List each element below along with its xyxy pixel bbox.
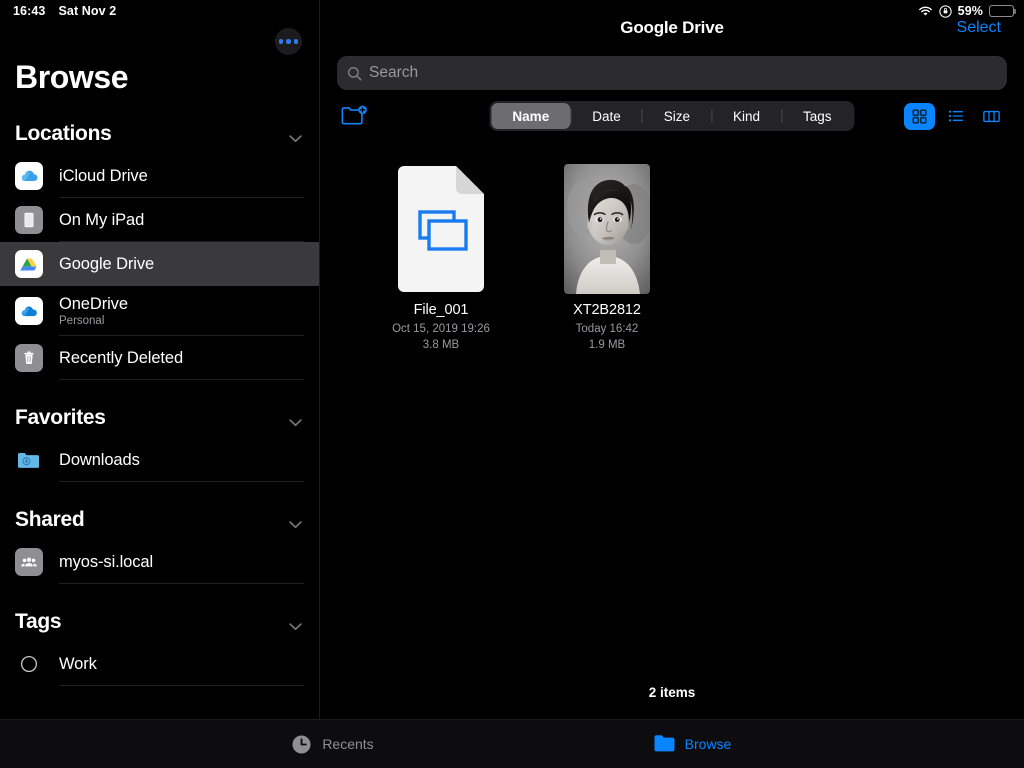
section-title: Locations [15,122,112,145]
file-name: XT2B2812 [573,302,641,318]
sort-option-kind[interactable]: Kind [712,103,781,129]
status-date: Sat Nov 2 [58,4,117,18]
file-date: Oct 15, 2019 19:26 [392,323,490,335]
sort-option-tags[interactable]: Tags [782,103,853,129]
sidebar-item-label: Downloads [59,450,140,469]
file-grid: File_001 Oct 15, 2019 19:26 3.8 MB XT2B2… [320,142,1024,353]
sidebar-item-google-drive[interactable]: Google Drive [0,242,319,286]
sidebar-section-locations[interactable]: Locations [0,114,319,154]
tab-browse[interactable]: Browse [512,733,872,756]
sidebar: Browse Locations iCloud Drive On My iPad… [0,0,320,719]
battery-icon [989,5,1017,17]
sort-segmented-control[interactable]: Name Date Size Kind Tags [489,101,855,131]
section-title: Favorites [15,406,106,429]
sidebar-item-recently-deleted[interactable]: Recently Deleted [0,336,319,380]
icloud-drive-icon [15,162,43,190]
sidebar-item-label: myos-si.local [59,552,154,571]
list-view-icon[interactable] [940,103,971,130]
split-view: Browse Locations iCloud Drive On My iPad… [0,0,1024,719]
sidebar-item-onedrive[interactable]: OneDrive Personal [0,286,319,336]
search-icon [347,66,362,81]
sidebar-item-sublabel: Personal [59,315,105,327]
downloads-folder-icon [15,446,43,474]
content-pane: Google Drive Select Search Name Date Siz… [320,0,1024,719]
onedrive-icon [15,297,43,325]
document-icon [398,166,484,292]
sidebar-item-myos-si-local[interactable]: myos-si.local [0,540,319,584]
sidebar-item-on-my-ipad[interactable]: On My iPad [0,198,319,242]
sort-option-size[interactable]: Size [643,103,711,129]
chevron-down-icon[interactable] [289,130,302,143]
file-thumbnail [559,164,655,294]
sort-option-date[interactable]: Date [571,103,642,129]
sort-option-name[interactable]: Name [491,103,571,129]
view-mode-switcher [904,102,1007,130]
tab-label: Recents [322,736,374,752]
search-placeholder: Search [369,64,419,81]
file-name: File_001 [413,302,469,318]
new-folder-icon[interactable] [341,105,368,127]
photo-thumbnail [564,164,650,294]
tab-recents[interactable]: Recents [152,733,512,756]
search-input[interactable]: Search [337,56,1007,90]
status-bar-right: 59% [918,4,1017,18]
file-date: Today 16:42 [575,323,639,335]
battery-percent: 59% [957,4,983,18]
folder-icon [653,733,676,756]
ipad-icon [15,206,43,234]
item-count: 2 items [648,685,696,700]
ellipsis-circle-icon[interactable] [275,28,302,55]
sidebar-item-label: OneDrive [59,295,128,313]
sidebar-section-shared[interactable]: Shared [0,500,319,540]
page-title: Browse [15,59,129,95]
rotation-lock-icon [938,4,952,18]
status-bar-left: 16:43 Sat Nov 2 [13,4,116,18]
sidebar-section-favorites[interactable]: Favorites [0,398,319,438]
wifi-icon [918,6,933,17]
sidebar-item-label: On My iPad [59,210,145,229]
status-time: 16:43 [13,4,46,18]
clock-icon [290,733,313,756]
grid-view-icon[interactable] [904,102,935,130]
content-toolbar: Name Date Size Kind Tags [320,90,1024,142]
chevron-down-icon[interactable] [289,618,302,631]
sidebar-section-tags[interactable]: Tags [0,602,319,642]
tab-label: Browse [684,736,732,752]
sidebar-item-downloads[interactable]: Downloads [0,438,319,482]
file-size: 3.8 MB [422,339,460,351]
chevron-down-icon[interactable] [289,414,302,427]
google-drive-icon [15,250,43,278]
chevron-down-icon[interactable] [289,516,302,529]
column-view-icon[interactable] [976,103,1007,130]
files-app-window: 16:43 Sat Nov 2 59% Browse Locations iCl… [0,0,1024,768]
section-title: Tags [15,610,62,633]
sidebar-item-label: iCloud Drive [59,166,148,185]
sidebar-item-label: Recently Deleted [59,348,184,367]
file-thumbnail [393,164,489,294]
file-item[interactable]: XT2B2812 Today 16:42 1.9 MB [524,164,690,353]
sidebar-item-label: Work [59,654,97,673]
sidebar-item-icloud-drive[interactable]: iCloud Drive [0,154,319,198]
sidebar-item-label: Google Drive [59,254,155,273]
file-item[interactable]: File_001 Oct 15, 2019 19:26 3.8 MB [358,164,524,353]
file-size: 1.9 MB [588,339,626,351]
shared-users-icon [15,548,43,576]
tag-circle-icon [15,650,43,678]
status-bar: 16:43 Sat Nov 2 59% [0,0,1024,22]
sidebar-item-work-tag[interactable]: Work [0,642,319,686]
trash-icon [15,344,43,372]
tab-bar: Recents Browse [0,719,1024,768]
section-title: Shared [15,508,85,531]
